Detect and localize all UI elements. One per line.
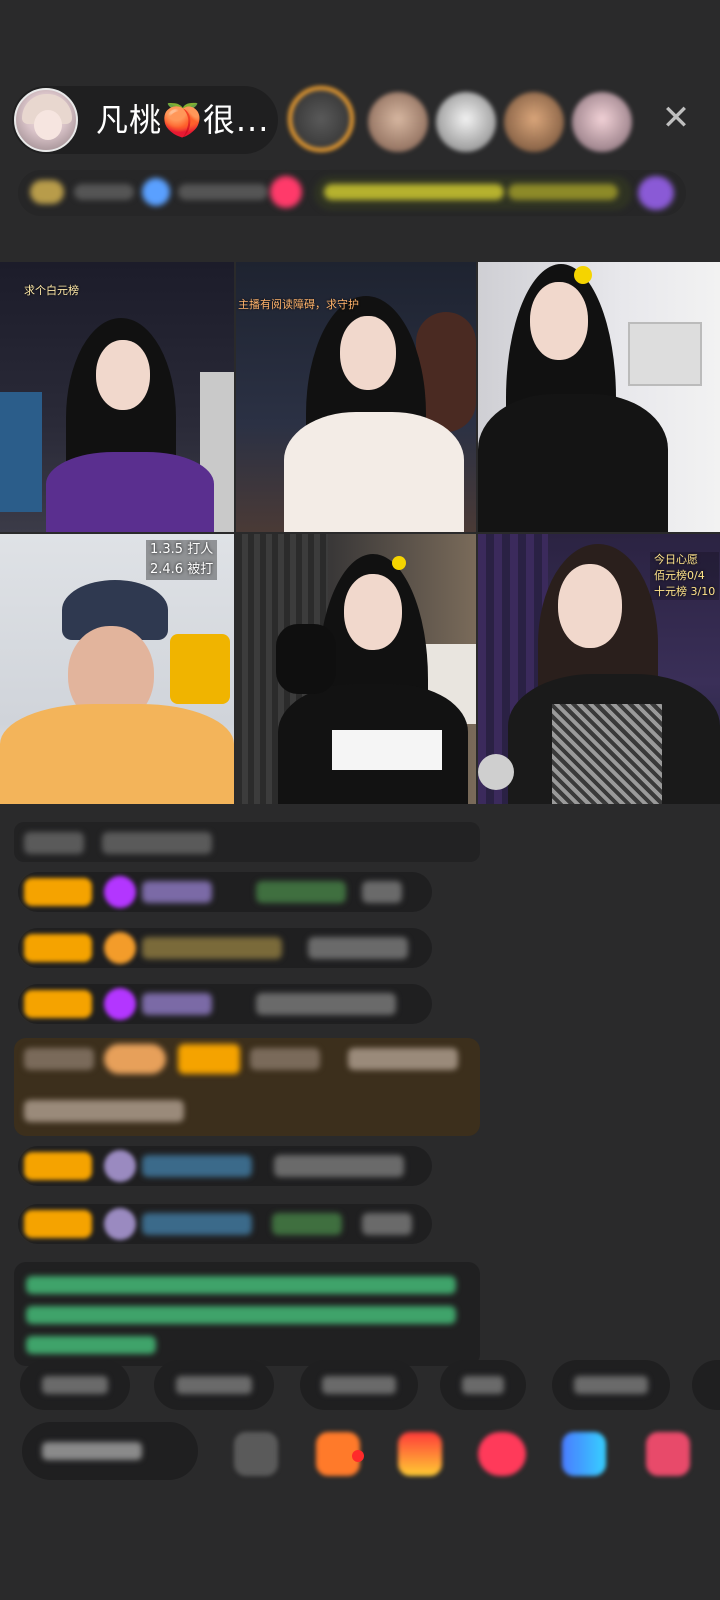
tile-6-wish-line-1: 佰元榜0/4 <box>654 569 705 582</box>
video-tile-1[interactable]: 求个白元榜 <box>0 262 234 532</box>
host-name: 凡桃🍑很... <box>96 101 270 139</box>
quick-chip-4[interactable] <box>440 1360 526 1410</box>
chat-message-5 <box>14 1038 480 1136</box>
tile-4-rules: 1.3.5 打人 2.4.6 被打 <box>146 540 218 580</box>
chat-message-4 <box>18 984 432 1024</box>
chat-message-2 <box>18 872 432 912</box>
chat-message-6 <box>18 1146 432 1186</box>
video-tile-2[interactable]: 主播有阅读障碍，求守护 <box>236 262 476 532</box>
quick-chip-1[interactable] <box>20 1360 130 1410</box>
top-viewer-avatar-3[interactable] <box>436 92 496 152</box>
tile-6-wish-panel: 今日心愿 佰元榜0/4 十元榜 3/10 <box>650 552 720 600</box>
rank-info-bar[interactable] <box>18 170 686 216</box>
video-tile-3[interactable] <box>478 262 720 532</box>
tile-4-rule-1: 1.3.5 打人 <box>150 542 214 557</box>
tile-6-wish-line-2: 十元榜 3/10 <box>654 585 716 598</box>
tile-1-note: 求个白元榜 <box>24 284 79 297</box>
chat-message-1 <box>14 822 480 862</box>
quick-chip-5[interactable] <box>552 1360 670 1410</box>
chat-message-3 <box>18 928 432 968</box>
top-viewer-avatar-4[interactable] <box>504 92 564 152</box>
host-avatar[interactable] <box>14 88 78 152</box>
gift-icon[interactable] <box>398 1432 442 1476</box>
share-icon[interactable] <box>234 1432 278 1476</box>
top-viewer-avatar-2[interactable] <box>368 92 428 152</box>
game-icon[interactable] <box>562 1432 606 1476</box>
close-icon[interactable]: ✕ <box>656 98 696 138</box>
top-viewer-avatar-5[interactable] <box>572 92 632 152</box>
chat-message-7 <box>18 1204 432 1244</box>
video-tile-5[interactable] <box>236 534 476 804</box>
top-viewer-avatar-1[interactable] <box>288 86 354 152</box>
video-tile-6[interactable]: 今日心愿 佰元榜0/4 十元榜 3/10 <box>478 534 720 804</box>
chat-input[interactable] <box>22 1422 198 1480</box>
quick-chip-2[interactable] <box>154 1360 274 1410</box>
quick-chip-6[interactable] <box>692 1360 720 1410</box>
video-tile-4[interactable]: 1.3.5 打人 2.4.6 被打 <box>0 534 234 804</box>
notification-dot <box>352 1450 364 1462</box>
tile-2-note: 主播有阅读障碍，求守护 <box>238 298 359 311</box>
tile-4-rule-2: 2.4.6 被打 <box>150 562 214 577</box>
heart-icon[interactable] <box>478 1432 526 1476</box>
system-notice <box>14 1262 480 1366</box>
quick-chip-3[interactable] <box>300 1360 418 1410</box>
tile-6-wish-title: 今日心愿 <box>654 553 698 566</box>
more-icon[interactable] <box>646 1432 690 1476</box>
host-info-pill[interactable]: 凡桃🍑很... <box>12 86 278 154</box>
